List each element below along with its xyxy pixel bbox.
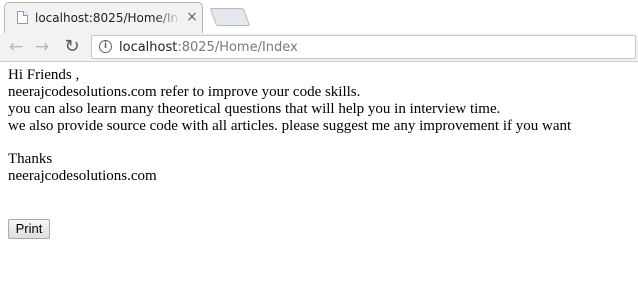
reload-icon[interactable]: ↻ [60, 35, 84, 59]
signature-line: neerajcodesolutions.com [8, 168, 157, 184]
browser-toolbar: ← → ↻ i localhost:8025/Home/Index [0, 33, 638, 62]
greeting-line: Hi Friends , [8, 67, 80, 83]
address-bar[interactable]: i localhost:8025/Home/Index [91, 35, 636, 59]
favicon-icon [17, 11, 28, 24]
back-icon[interactable]: ← [4, 35, 28, 59]
forward-icon[interactable]: → [30, 35, 54, 59]
new-tab-button[interactable] [209, 8, 251, 26]
info-icon[interactable]: i [99, 40, 112, 53]
url-host: localhost [119, 40, 178, 55]
body-line: we also provide source code with all art… [8, 118, 572, 134]
tab-title-fade [155, 7, 181, 27]
url-text[interactable]: localhost:8025/Home/Index [119, 39, 298, 57]
body-line: you can also learn many theoretical ques… [8, 101, 501, 117]
tab-active[interactable]: localhost:8025/Home/Index × [4, 2, 203, 33]
print-button[interactable]: Print [8, 219, 50, 239]
page-content: Hi Friends , neerajcodesolutions.com ref… [8, 67, 633, 185]
thanks-line: Thanks [8, 151, 53, 167]
tab-strip: localhost:8025/Home/Index × [0, 0, 638, 33]
close-icon[interactable]: × [185, 10, 199, 24]
body-line: neerajcodesolutions.com refer to improve… [8, 84, 361, 100]
url-path: :8025/Home/Index [177, 40, 298, 55]
